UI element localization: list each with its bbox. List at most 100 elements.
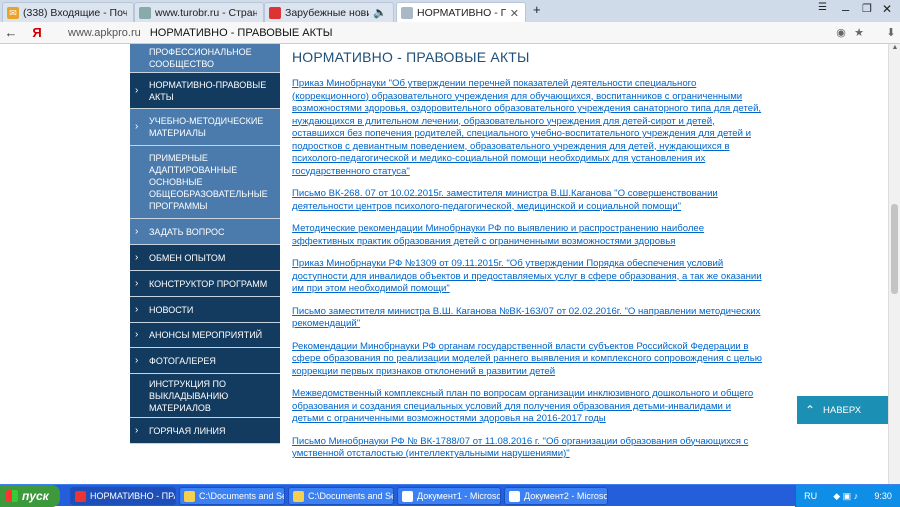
- chevron-right-icon: ›: [135, 225, 139, 237]
- chevron-right-icon: ›: [135, 424, 139, 436]
- scrollbar-thumb[interactable]: [891, 204, 898, 294]
- chevron-right-icon: ›: [135, 303, 139, 315]
- sidebar-item-instructions[interactable]: ИНСТРУКЦИЯ ПО ВЫКЛАДЫВАНИЮ МАТЕРИАЛОВ: [130, 374, 280, 418]
- sidebar-item-label: АНОНСЫ МЕРОПРИЯТИЙ: [149, 330, 263, 340]
- sidebar-item-label: ИНСТРУКЦИЯ ПО ВЫКЛАДЫВАНИЮ МАТЕРИАЛОВ: [149, 378, 229, 413]
- document-link[interactable]: Межведомственный комплексный план по воп…: [292, 388, 762, 426]
- sidebar-item-news[interactable]: › НОВОСТИ: [130, 297, 280, 323]
- start-button[interactable]: пуск: [0, 485, 60, 507]
- web-page: ПРОФЕССИОНАЛЬНОЕ СООБЩЕСТВО › НОРМАТИВНО…: [0, 44, 900, 484]
- close-window-icon[interactable]: ✕: [882, 2, 892, 16]
- back-arrow-icon[interactable]: ←: [0, 25, 22, 40]
- address-bar: ← Я www.apkpro.ru НОРМАТИВНО - ПРАВОВЫЕ …: [0, 22, 900, 44]
- back-to-top-button[interactable]: ⌃ НАВЕРХ: [797, 396, 889, 424]
- tab-label: (338) Входящие - Почта Ма: [23, 6, 127, 19]
- sidebar-item-experience[interactable]: › ОБМЕН ОПЫТОМ: [130, 245, 280, 271]
- taskbar-item-folder[interactable]: C:\Documents and Se...: [179, 487, 285, 505]
- taskbar-item-label: Документ2 - Microso...: [524, 491, 608, 501]
- browser-tab-bar: ✉ (338) Входящие - Почта Ма www.turobr.r…: [0, 0, 900, 23]
- taskbar-item-word[interactable]: Документ2 - Microso...: [504, 487, 608, 505]
- taskbar-item-label: C:\Documents and Se...: [199, 491, 285, 501]
- sidebar-item-label: ГОРЯЧАЯ ЛИНИЯ: [149, 425, 226, 436]
- clock[interactable]: 9:30: [874, 491, 892, 501]
- sidebar-item-constructor[interactable]: › КОНСТРУКТОР ПРОГРАММ: [130, 271, 280, 297]
- sidebar-item-hotline[interactable]: › ГОРЯЧАЯ ЛИНИЯ: [130, 418, 280, 444]
- sidebar-item-label: НОВОСТИ: [149, 304, 194, 315]
- tray-icons[interactable]: ◆ ▣ ♪: [833, 491, 858, 502]
- sidebar-item-legal-acts[interactable]: › НОРМАТИВНО-ПРАВОВЫЕ АКТЫ: [130, 73, 280, 109]
- sidebar-item-programs[interactable]: ПРИМЕРНЫЕ АДАПТИРОВАННЫЕ ОСНОВНЫЕ ОБЩЕОБ…: [130, 146, 280, 219]
- chevron-right-icon: ›: [135, 251, 139, 263]
- start-label: пуск: [22, 489, 49, 503]
- chevron-right-icon: ›: [135, 354, 139, 366]
- speaker-icon[interactable]: 🔈: [373, 6, 387, 19]
- tab-mail[interactable]: ✉ (338) Входящие - Почта Ма: [2, 2, 134, 22]
- document-link[interactable]: Рекомендации Минобрнауки РФ органам госу…: [292, 341, 762, 379]
- folder-icon: [293, 490, 304, 502]
- new-tab-button[interactable]: +: [533, 2, 541, 17]
- sidebar-item-label: ФОТОГАЛЕРЕЯ: [149, 355, 216, 366]
- system-tray: RU ◆ ▣ ♪ 9:30: [795, 485, 900, 507]
- sidebar-item-label: НОРМАТИВНО-ПРАВОВЫЕ АКТЫ: [149, 79, 267, 102]
- word-document-icon: [509, 490, 520, 502]
- chevron-right-icon: ›: [135, 84, 139, 96]
- tab-label: Зарубежные новинки: [285, 6, 369, 19]
- sidebar-item-ask-question[interactable]: › ЗАДАТЬ ВОПРОС: [130, 219, 280, 245]
- taskbar-item-label: НОРМАТИВНО - ПРА...: [90, 491, 175, 501]
- page-title: НОРМАТИВНО - ПРАВОВЫЕ АКТЫ: [292, 49, 530, 65]
- page-icon: [401, 7, 413, 19]
- url-host: www.apkpro.ru: [68, 26, 141, 39]
- sidebar-item-photo[interactable]: › ФОТОГАЛЕРЕЯ: [130, 348, 280, 374]
- document-link[interactable]: Методические рекомендации Минобрнауки РФ…: [292, 223, 762, 248]
- folder-icon: [184, 490, 195, 502]
- taskbar: пуск НОРМАТИВНО - ПРА... C:\Documents an…: [0, 484, 900, 507]
- mail-icon: ✉: [7, 6, 19, 19]
- document-link[interactable]: Письмо заместителя министра В.Ш. Каганов…: [292, 306, 762, 331]
- scroll-up-icon[interactable]: ▲: [889, 44, 900, 56]
- sidebar-menu: ПРОФЕССИОНАЛЬНОЕ СООБЩЕСТВО › НОРМАТИВНО…: [130, 44, 280, 454]
- tab-label: НОРМАТИВНО - ПРАВОВЫ: [417, 7, 506, 19]
- sidebar-item-events[interactable]: › АНОНСЫ МЕРОПРИЯТИЙ: [130, 323, 280, 348]
- taskbar-item-browser[interactable]: НОРМАТИВНО - ПРА...: [70, 487, 176, 505]
- windows-logo-icon: [6, 490, 18, 502]
- tab-active[interactable]: НОРМАТИВНО - ПРАВОВЫ ✕: [396, 2, 526, 23]
- tab-turobr[interactable]: www.turobr.ru - Страница 2: [134, 2, 264, 22]
- sidebar-item-community[interactable]: ПРОФЕССИОНАЛЬНОЕ СООБЩЕСТВО: [130, 44, 280, 73]
- yandex-button[interactable]: Я: [22, 25, 52, 40]
- page-scrollbar[interactable]: ▲: [888, 44, 900, 484]
- chevron-right-icon: ›: [135, 121, 139, 132]
- taskbar-item-label: Документ1 - Microso...: [417, 491, 501, 501]
- page-icon: [139, 6, 151, 19]
- download-icon[interactable]: ⬇: [882, 26, 900, 39]
- taskbar-item-word[interactable]: Документ1 - Microso...: [397, 487, 501, 505]
- sidebar-item-label: УЧЕБНО-МЕТОДИЧЕСКИЕ МАТЕРИАЛЫ: [149, 116, 264, 138]
- document-link[interactable]: Письмо ВК-268. 07 от 10.02.2015г. замест…: [292, 188, 762, 213]
- tab-novinki[interactable]: Зарубежные новинки 🔈: [264, 2, 394, 22]
- main-content: НОРМАТИВНО - ПРАВОВЫЕ АКТЫ Приказ Минобр…: [292, 44, 762, 471]
- sidebar-item-methodical[interactable]: › УЧЕБНО-МЕТОДИЧЕСКИЕ МАТЕРИАЛЫ: [130, 109, 280, 146]
- sidebar-item-label: ЗАДАТЬ ВОПРОС: [149, 226, 225, 237]
- chevron-right-icon: ›: [135, 277, 139, 289]
- sidebar-item-label: КОНСТРУКТОР ПРОГРАММ: [149, 278, 268, 289]
- close-icon[interactable]: ✕: [510, 7, 519, 20]
- page-icon: [269, 6, 281, 19]
- restore-icon[interactable]: ❐: [862, 2, 872, 15]
- yandex-browser-icon: [75, 490, 86, 502]
- sidebar-item-label: ПРОФЕССИОНАЛЬНОЕ СООБЩЕСТВО: [149, 47, 252, 69]
- sidebar-item-label: ПРИМЕРНЫЕ АДАПТИРОВАННЫЕ ОСНОВНЫЕ ОБЩЕОБ…: [149, 153, 268, 211]
- url-title: НОРМАТИВНО - ПРАВОВЫЕ АКТЫ: [149, 26, 333, 39]
- document-link[interactable]: Приказ Минобрнауки РФ №1309 от 09.11.201…: [292, 258, 762, 296]
- taskbar-item-folder[interactable]: C:\Documents and Se...: [288, 487, 394, 505]
- tab-label: www.turobr.ru - Страница 2: [155, 6, 257, 19]
- menu-icon[interactable]: ☰: [818, 2, 827, 13]
- url-field[interactable]: www.apkpro.ru НОРМАТИВНО - ПРАВОВЫЕ АКТЫ: [52, 27, 832, 39]
- language-indicator[interactable]: RU: [804, 491, 817, 501]
- word-document-icon: [402, 490, 413, 502]
- bookmark-star-icon[interactable]: ★: [850, 26, 868, 39]
- sidebar-item-label: ОБМЕН ОПЫТОМ: [149, 252, 226, 263]
- chevron-right-icon: ›: [135, 329, 139, 340]
- document-link[interactable]: Письмо Минобрнауки РФ № ВК-1788/07 от 11…: [292, 436, 762, 461]
- minimize-icon[interactable]: –: [842, 2, 849, 17]
- document-link[interactable]: Приказ Минобрнауки "Об утверждении переч…: [292, 78, 762, 178]
- protect-icon[interactable]: ◉: [832, 26, 850, 39]
